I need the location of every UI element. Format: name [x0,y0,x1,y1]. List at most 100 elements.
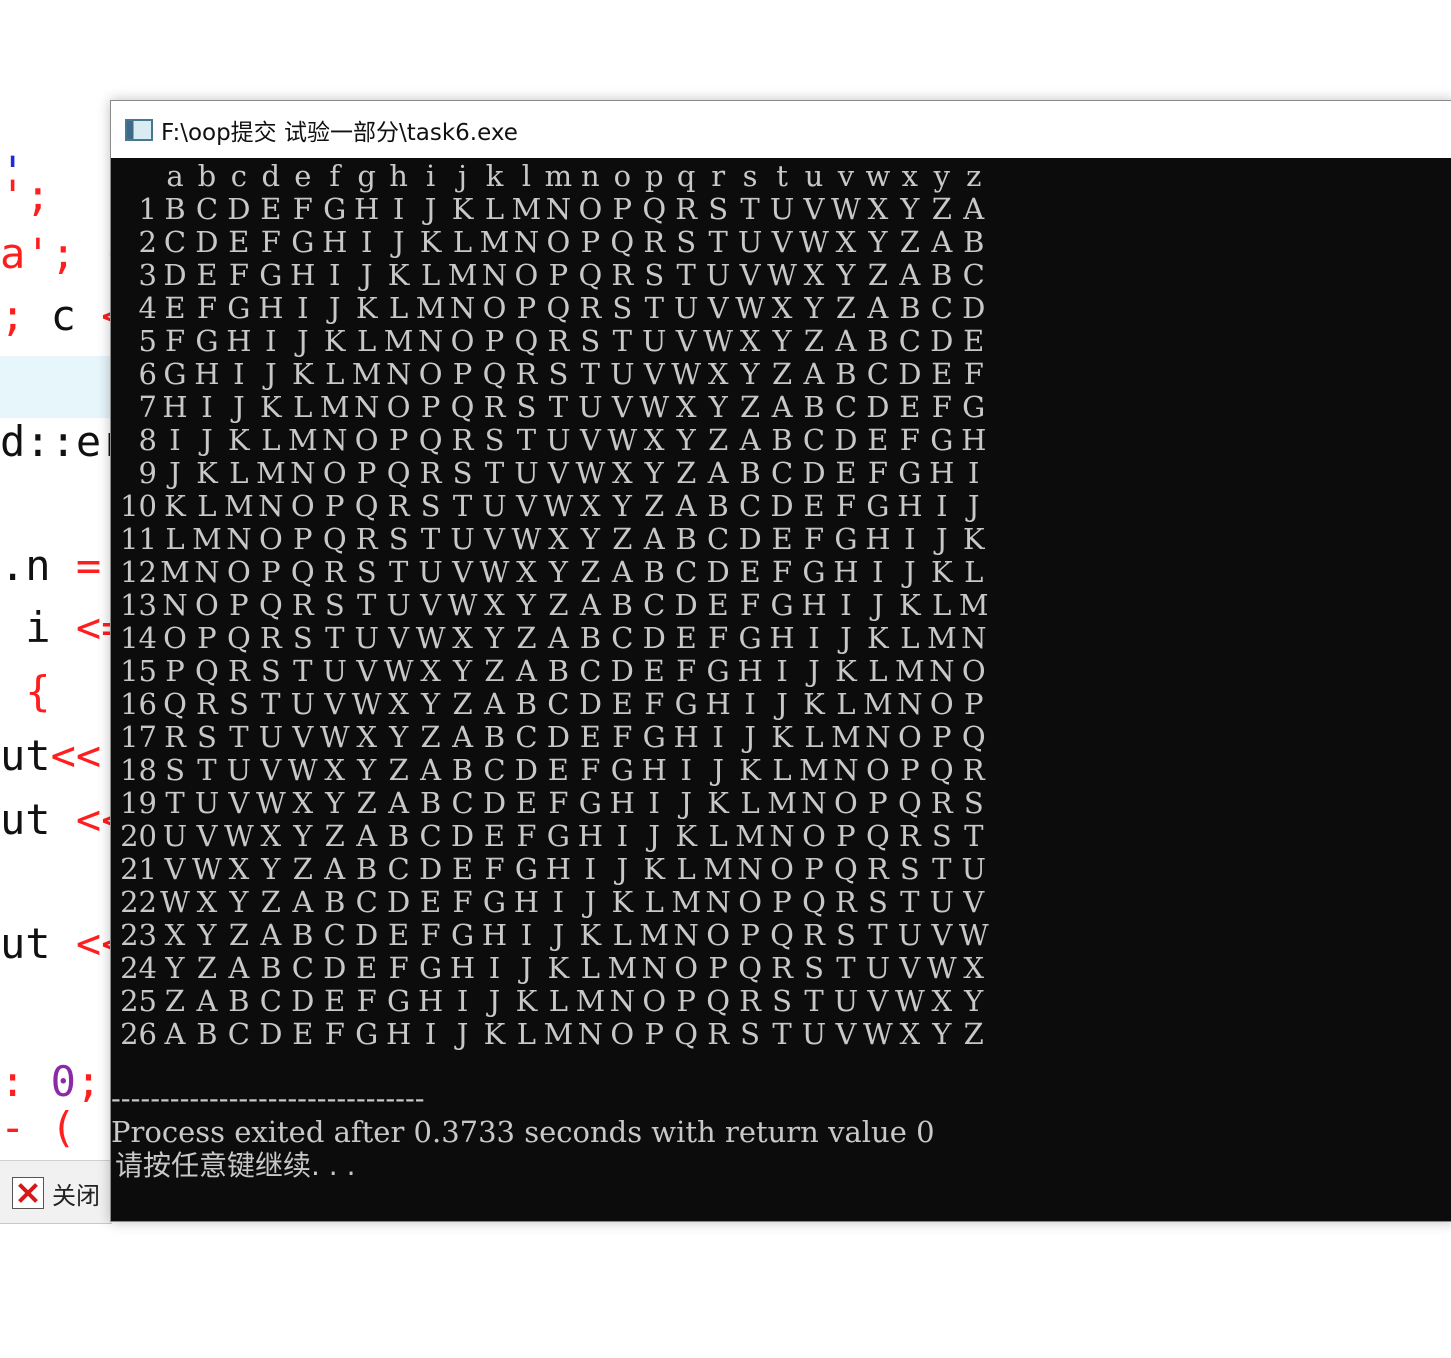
table-cell-letter: R [419,456,442,490]
table-cell-letter: P [165,654,185,688]
table-cell-letter: G [770,588,794,622]
column-header-letter: l [521,159,532,193]
table-cell-letter: Q [802,885,826,919]
console-app-icon [125,118,153,141]
table-cell-letter: E [451,852,474,886]
table-cell-letter: R [579,291,602,325]
console-titlebar[interactable]: F:\oop提交 试验一部分\task6.exe [111,101,1451,158]
table-cell-letter: G [546,819,570,853]
table-cell-letter: J [456,1017,469,1051]
table-cell-letter: P [197,621,217,655]
table-cell-letter: N [449,291,476,325]
row-number: 11 [120,522,157,556]
table-cell-letter: A [835,324,857,358]
column-header-letter: q [676,159,696,193]
table-cell-letter: F [452,885,473,919]
table-cell-letter: Z [260,885,281,919]
table-cell-letter: Q [418,423,443,457]
table-cell-letter: C [515,720,538,754]
table-cell-letter: Z [740,390,761,424]
table-cell-letter: N [897,687,923,721]
table-cell-letter: D [195,225,219,259]
table-cell-letter: D [706,555,730,589]
table-cell-letter: J [680,786,692,820]
table-cell-letter: K [899,588,921,622]
table-cell-letter: F [484,852,505,886]
table-cell-letter: O [897,720,922,754]
table-cell-letter: B [963,225,985,259]
table-cell-letter: D [930,324,954,358]
table-cell-letter: B [547,654,570,688]
table-cell-letter: T [868,918,888,952]
table-cell-letter: X [803,258,825,292]
table-cell-letter: I [808,621,820,655]
table-cell-letter: O [227,555,251,589]
table-cell-letter: A [675,489,697,523]
table-cell-letter: T [452,489,473,523]
table-cell-letter: D [450,819,475,853]
table-cell-letter: L [580,951,600,985]
table-cell-letter: C [898,324,921,358]
table-cell-letter: A [899,258,921,292]
table-cell-letter: O [418,357,443,391]
code-line: ut << [0,922,112,966]
table-cell-letter: K [643,852,666,886]
table-cell-letter: O [482,291,507,325]
table-cell-letter: N [481,258,508,292]
table-cell-letter: X [516,555,537,589]
table-cell-letter: V [164,852,186,886]
table-cell-letter: L [740,786,760,820]
table-cell-letter: T [261,687,281,721]
table-cell-letter: A [771,390,793,424]
table-cell-letter: E [483,819,506,853]
table-cell-letter: C [323,918,346,952]
table-cell-letter: W [639,390,670,424]
table-cell-letter: Z [388,753,409,787]
console-window[interactable]: F:\oop提交 试验一部分\task6.exe abcdefghijklmno… [110,100,1451,1222]
table-cell-letter: Y [389,720,409,754]
table-cell-letter: L [868,654,888,688]
table-cell-letter: T [804,984,824,1018]
table-cell-letter: K [323,324,346,358]
row-number: 6 [138,357,157,391]
table-cell-letter: Y [580,522,600,556]
table-cell-letter: C [259,984,282,1018]
table-cell-letter: C [419,819,442,853]
table-cell-letter: G [387,984,411,1018]
table-cell-letter: T [740,192,760,226]
table-cell-letter: F [899,423,920,457]
table-cell-letter: S [165,753,185,787]
table-cell-letter: H [513,885,540,919]
table-cell-letter: V [675,324,697,358]
close-button[interactable]: 关闭 [12,1173,122,1213]
close-icon [12,1177,44,1209]
table-cell-letter: Q [195,654,219,688]
table-cell-letter: B [515,687,538,721]
table-cell-letter: M [958,588,989,622]
table-cell-letter: E [579,720,601,754]
table-cell-letter: Q [897,786,922,820]
column-header-letter: d [261,159,281,193]
table-cell-letter: O [770,852,794,886]
table-cell-letter: N [833,753,859,787]
code-line: d::er [0,420,112,464]
console-output[interactable]: abcdefghijklmnopqrstuvwxyz1BCDEFGHIJKLMN… [111,158,1451,1221]
table-cell-letter: R [675,192,698,226]
table-cell-letter: K [451,192,474,226]
column-header-letter: r [711,159,726,193]
table-cell-letter: L [420,258,441,292]
table-cell-letter: S [931,819,952,853]
table-cell-letter: B [260,951,282,985]
table-cell-letter: O [961,654,986,688]
table-cell-letter: X [452,621,473,655]
table-cell-letter: V [324,687,346,721]
table-cell-letter: J [967,489,980,523]
table-cell-letter: N [609,984,635,1018]
table-cell-letter: S [516,390,537,424]
row-number: 12 [120,555,157,589]
code-editor-background[interactable]: '';a'; (; c <d::er.n = i <= {ut<<'ut <<u… [0,140,112,1160]
table-cell-letter: O [642,984,667,1018]
table-cell-letter: P [963,687,984,721]
table-cell-letter: V [356,654,378,688]
row-number: 13 [120,588,157,622]
